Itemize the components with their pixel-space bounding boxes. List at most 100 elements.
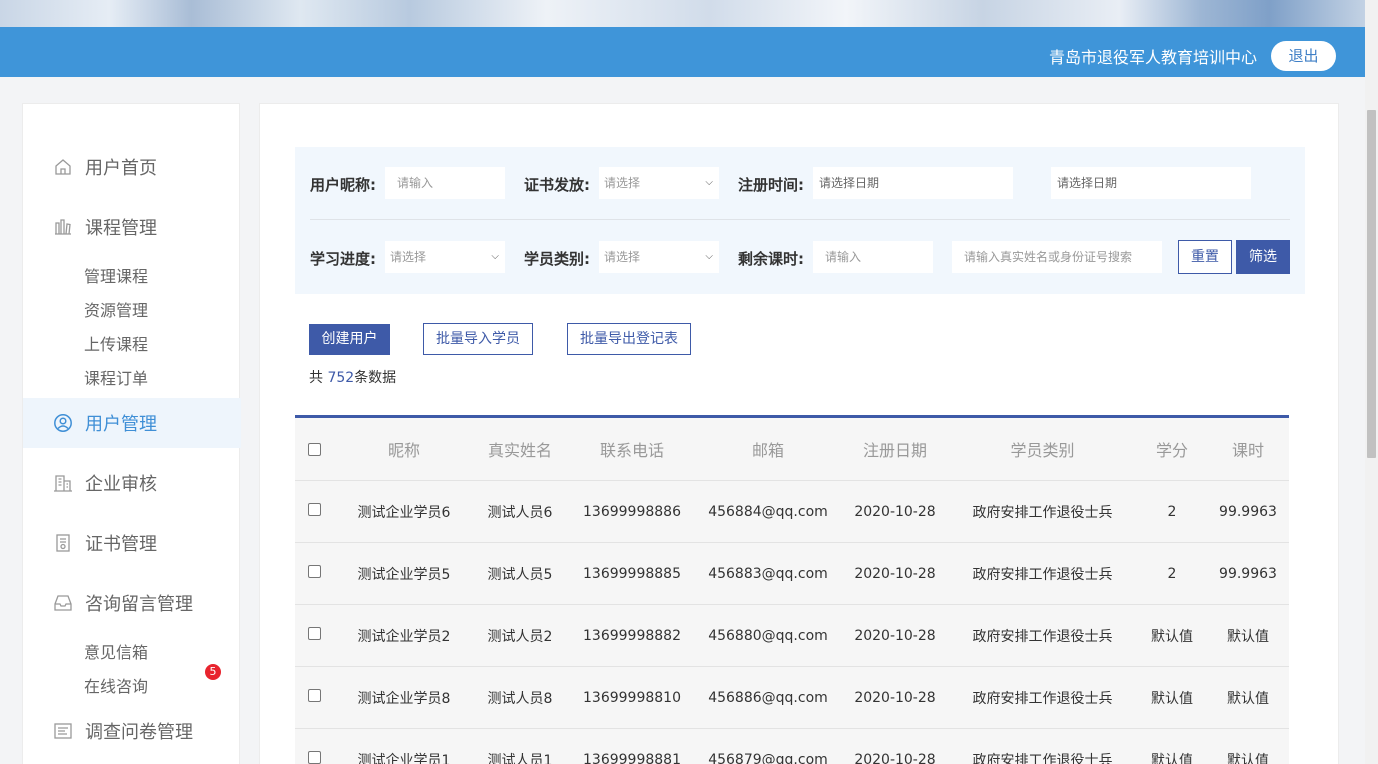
- cell-realname: 测试人员1: [487, 752, 553, 764]
- sidebar-item-label: 证书管理: [85, 534, 157, 555]
- logout-button[interactable]: 退出: [1271, 41, 1336, 71]
- sidebar-item-label: 企业审核: [85, 474, 157, 495]
- filter-divider: [310, 219, 1290, 220]
- nickname-label: 用户昵称:: [310, 176, 376, 194]
- cell-phone: 13699998886: [583, 503, 681, 520]
- type-select-value: 请选择: [604, 250, 641, 264]
- sidebar-item-enterprise-review[interactable]: 企业审核: [23, 458, 241, 508]
- sidebar-subitem-label: 在线咨询: [84, 677, 149, 696]
- table-row[interactable]: 测试企业学员6 测试人员6 13699998886 456884@qq.com 2020…: [295, 481, 1289, 543]
- cell-realname: 测试人员5: [487, 566, 553, 583]
- cert-label: 证书发放:: [524, 176, 590, 194]
- col-email[interactable]: 邮箱: [703, 418, 833, 480]
- total-count: 共 752条数据: [309, 370, 397, 386]
- top-header: 青岛市退役军人教育培训中心 退出: [0, 27, 1365, 77]
- sidebar-item-course[interactable]: 课程管理: [23, 202, 241, 252]
- sidebar-item-survey[interactable]: 调查问卷管理: [23, 706, 241, 756]
- sidebar-item-label: 用户首页: [85, 158, 157, 179]
- batch-export-button[interactable]: 批量导出登记表: [567, 323, 691, 355]
- row-checkbox[interactable]: [307, 751, 321, 764]
- cell-type: 政府安排工作退役士兵: [972, 690, 1113, 707]
- cell-nickname: 测试企业学员2: [357, 628, 451, 645]
- table-row[interactable]: 测试企业学员2 测试人员2 13699998882 456880@qq.com 2020…: [295, 605, 1289, 667]
- progress-select[interactable]: 请选择 ⌵: [385, 241, 505, 273]
- col-type[interactable]: 学员类别: [955, 418, 1130, 480]
- nickname-input[interactable]: 请输入: [385, 167, 505, 199]
- table-row[interactable]: 测试企业学员5 测试人员5 13699998885 456883@qq.com 2020…: [295, 543, 1289, 605]
- cell-realname: 测试人员6: [487, 504, 553, 521]
- sidebar-item-user-management[interactable]: 用户管理: [23, 398, 241, 448]
- sidebar-item-label: 咨询留言管理: [85, 594, 193, 615]
- user-circle-icon: [54, 414, 72, 432]
- col-phone[interactable]: 联系电话: [578, 418, 686, 480]
- unread-badge: 5: [205, 664, 221, 680]
- sidebar-subitem-upload-course[interactable]: 上传课程: [84, 331, 148, 355]
- row-checkbox[interactable]: [307, 503, 321, 516]
- scrollbar-thumb[interactable]: [1367, 110, 1376, 458]
- hours-input[interactable]: 请输入: [813, 241, 933, 273]
- progress-select-value: 请选择: [390, 250, 427, 264]
- hours-label: 剩余课时:: [738, 250, 804, 268]
- type-label: 学员类别:: [524, 250, 590, 268]
- cell-type: 政府安排工作退役士兵: [972, 628, 1113, 645]
- header-banner-image: [0, 0, 1365, 27]
- col-hours[interactable]: 课时: [1210, 418, 1286, 480]
- table-row[interactable]: 测试企业学员8 测试人员8 13699998810 456886@qq.com 2020…: [295, 667, 1289, 729]
- cell-regdate: 2020-10-28: [854, 503, 936, 520]
- cell-type: 政府安排工作退役士兵: [972, 752, 1113, 764]
- sidebar-subitem-course-orders[interactable]: 课程订单: [84, 365, 148, 389]
- cell-email: 456884@qq.com: [708, 503, 828, 520]
- cell-credits: 默认值: [1151, 752, 1193, 764]
- col-nickname[interactable]: 昵称: [350, 418, 458, 480]
- cell-regdate: 2020-10-28: [854, 751, 936, 764]
- row-checkbox[interactable]: [307, 689, 321, 702]
- cell-nickname: 测试企业学员6: [357, 504, 451, 521]
- cell-email: 456879@qq.com: [708, 751, 828, 764]
- sidebar-subitem-resources[interactable]: 资源管理: [84, 297, 148, 321]
- user-table: 昵称 真实姓名 联系电话 邮箱 注册日期 学员类别 学分 课时 测试企业学员6 测…: [295, 415, 1289, 764]
- cell-hours: 99.9963: [1219, 565, 1277, 582]
- books-icon: [55, 219, 71, 235]
- row-checkbox[interactable]: [307, 627, 321, 640]
- date-start-input[interactable]: 请选择日期: [813, 167, 1013, 199]
- sidebar-item-certificate[interactable]: 证书管理: [23, 518, 241, 568]
- cell-nickname: 测试企业学员1: [357, 752, 451, 764]
- total-number: 752: [327, 370, 355, 386]
- cell-credits: 默认值: [1151, 690, 1193, 707]
- sidebar-item-label: 用户管理: [85, 414, 157, 435]
- col-realname[interactable]: 真实姓名: [470, 418, 570, 480]
- cell-hours: 默认值: [1227, 690, 1269, 707]
- table-row[interactable]: 测试企业学员1 测试人员1 13699998881 456879@qq.com 2020…: [295, 729, 1289, 764]
- date-end-input[interactable]: 请选择日期: [1051, 167, 1251, 199]
- cell-credits: 2: [1167, 503, 1177, 520]
- col-regdate[interactable]: 注册日期: [845, 418, 945, 480]
- col-credits[interactable]: 学分: [1140, 418, 1204, 480]
- sidebar-item-home[interactable]: 用户首页: [23, 142, 241, 192]
- inbox-icon: [54, 595, 72, 611]
- sidebar-subitem-feedback-mailbox[interactable]: 意见信箱: [84, 639, 148, 663]
- create-user-button[interactable]: 创建用户: [309, 324, 390, 355]
- reset-button[interactable]: 重置: [1178, 240, 1232, 274]
- chevron-down-icon: ⌵: [705, 251, 713, 262]
- sidebar-item-consult[interactable]: 咨询留言管理: [23, 578, 241, 628]
- row-checkbox[interactable]: [307, 565, 321, 578]
- filter-button[interactable]: 筛选: [1236, 240, 1290, 274]
- table-body: 测试企业学员6 测试人员6 13699998886 456884@qq.com 2020…: [295, 481, 1289, 764]
- page-scrollbar[interactable]: [1365, 0, 1378, 764]
- cell-phone: 13699998885: [583, 565, 681, 582]
- cell-nickname: 测试企业学员5: [357, 566, 451, 583]
- cert-select[interactable]: 请选择 ⌵: [599, 167, 719, 199]
- type-select[interactable]: 请选择 ⌵: [599, 241, 719, 273]
- cell-regdate: 2020-10-28: [854, 627, 936, 644]
- search-input[interactable]: 请输入真实姓名或身份证号搜索: [952, 241, 1162, 273]
- progress-label: 学习进度:: [310, 250, 376, 268]
- filter-panel: 用户昵称: 请输入 证书发放: 请选择 ⌵ 注册时间: 请选择日期 请选择日期 …: [295, 147, 1305, 294]
- select-all-checkbox[interactable]: [307, 442, 321, 456]
- batch-import-button[interactable]: 批量导入学员: [423, 323, 533, 355]
- cell-realname: 测试人员2: [487, 628, 553, 645]
- sidebar-subitem-manage-course[interactable]: 管理课程: [84, 263, 148, 287]
- chevron-down-icon: ⌵: [491, 251, 499, 262]
- cell-phone: 13699998810: [583, 689, 681, 706]
- sidebar-subitem-online-consult[interactable]: 在线咨询 5: [84, 664, 221, 697]
- table-header-row: 昵称 真实姓名 联系电话 邮箱 注册日期 学员类别 学分 课时: [295, 418, 1289, 481]
